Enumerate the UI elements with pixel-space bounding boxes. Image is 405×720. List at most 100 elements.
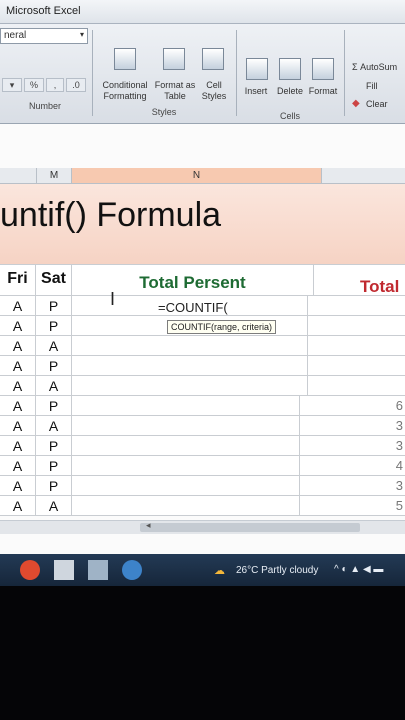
cell-fri[interactable]: A [0,396,36,416]
header-fri[interactable]: Fri [0,264,36,296]
column-header-blank [0,168,36,184]
column-header-o[interactable] [322,168,405,184]
browser-icon[interactable] [20,560,40,580]
cell-sat[interactable]: A [36,376,72,396]
horizontal-scrollbar[interactable]: ◂ [0,520,405,534]
taskbar: ☁ 26°C Partly cloudy ^ ◐ ▲ ◀ ▬ [0,554,405,586]
monitor-bezel [0,586,405,720]
chevron-down-icon: ▾ [79,30,84,39]
file-explorer-icon[interactable] [54,560,74,580]
text-cursor-icon: I [110,289,116,309]
comma-style-button[interactable]: , [46,78,64,92]
cell-total-persent[interactable] [72,416,300,436]
format-cells-icon [312,58,334,80]
cell-styles-button[interactable]: Cell Styles [198,80,230,102]
fill-button[interactable]: Fill [366,81,405,92]
tooltip-arguments: range, criteria) [214,322,273,332]
scrollbar-thumb[interactable] [140,523,360,532]
insert-button[interactable]: Insert [240,86,272,97]
autosum-button[interactable]: Σ AutoSum [352,62,405,73]
cell-sat[interactable]: P [36,456,72,476]
cell-sat[interactable]: P [36,396,72,416]
cell-sat[interactable]: P [36,356,72,376]
format-as-table-button[interactable]: Format as Table [154,80,196,102]
cell-total[interactable]: 3 [300,416,405,436]
conditional-formatting-button[interactable]: Conditional Formatting [96,80,154,102]
format-as-table-icon [163,48,185,70]
cell-total[interactable]: 5 [300,496,405,516]
conditional-formatting-icon [114,48,136,70]
sheet-title: untif() Formula [0,196,222,234]
group-divider [236,30,237,116]
cell-fri[interactable]: A [0,316,36,336]
accounting-format-button[interactable]: ▾ [2,78,22,92]
function-tooltip: COUNTIF(range, criteria) [167,320,277,334]
cell-fri[interactable]: A [0,436,36,456]
clear-button[interactable]: Clear [366,99,405,110]
cell-sat[interactable]: A [36,336,72,356]
column-header-m[interactable]: M [36,168,72,184]
cell-total-persent[interactable] [72,476,300,496]
cell-sat[interactable]: P [36,436,72,456]
cell-total[interactable] [308,356,405,376]
cells-group-label: Cells [279,111,300,121]
cell-total-persent[interactable] [72,436,300,456]
cell-total-persent[interactable] [72,336,308,356]
group-divider [344,30,345,116]
number-group-label: Number [28,101,61,111]
cell-total[interactable] [308,316,405,336]
cell-total-persent[interactable] [72,356,308,376]
insert-cells-icon [246,58,268,80]
excel-taskbar-icon[interactable] [88,560,108,580]
number-format-value: neral [4,30,27,41]
cell-sat[interactable]: A [36,416,72,436]
app-title: Microsoft Excel [6,5,81,17]
app-icon[interactable] [122,560,142,580]
cell-total[interactable] [308,376,405,396]
cell-sat[interactable]: P [36,316,72,336]
cell-total-persent[interactable] [72,496,300,516]
scroll-left-icon[interactable]: ◂ [146,520,151,531]
column-m-label: M [49,170,59,181]
cell-sat[interactable]: P [36,296,72,316]
cell-fri[interactable]: A [0,456,36,476]
cell-sat[interactable]: A [36,496,72,516]
format-button[interactable]: Format [306,86,340,97]
cell-total-persent[interactable] [72,376,308,396]
styles-group-label: Styles [151,107,177,117]
cell-total[interactable]: 3 [300,436,405,456]
column-header-n[interactable]: N [72,168,322,184]
cell-fri[interactable]: A [0,476,36,496]
header-total[interactable]: Total [314,264,405,296]
group-divider [92,30,93,116]
system-tray-icon[interactable]: ^ ◐ ▲ ◀ ▬ [334,564,383,575]
weather-icon: ☁ [214,565,225,577]
decrease-decimal-button[interactable]: .0 [66,78,86,92]
column-n-label: N [192,170,201,181]
header-total-persent[interactable]: Total Persent [72,264,314,296]
percent-style-button[interactable]: % [24,78,44,92]
cell-fri[interactable]: A [0,376,36,396]
cell-fri[interactable]: A [0,416,36,436]
cell-fri[interactable]: A [0,356,36,376]
cell-sat[interactable]: P [36,476,72,496]
cell-fri[interactable]: A [0,336,36,356]
cell-total-persent[interactable] [72,456,300,476]
weather-text[interactable]: 26°C Partly cloudy [236,565,318,576]
eraser-icon: ◆ [352,98,360,109]
cell-total-persent[interactable] [72,396,300,416]
cell-fri[interactable]: A [0,296,36,316]
delete-button[interactable]: Delete [274,86,306,97]
tooltip-function-name: COUNTIF( [171,322,214,332]
title-bar: Microsoft Excel [0,0,405,24]
delete-cells-icon [279,58,301,80]
cell-total[interactable] [308,336,405,356]
cell-total[interactable]: 3 [300,476,405,496]
cell-total[interactable]: 4 [300,456,405,476]
cell-total[interactable] [308,296,405,316]
number-format-dropdown[interactable]: neral ▾ [0,28,88,44]
header-sat[interactable]: Sat [36,264,72,296]
cell-total[interactable]: 6 [300,396,405,416]
active-cell-formula[interactable]: =COUNTIF( [158,300,228,315]
cell-fri[interactable]: A [0,496,36,516]
